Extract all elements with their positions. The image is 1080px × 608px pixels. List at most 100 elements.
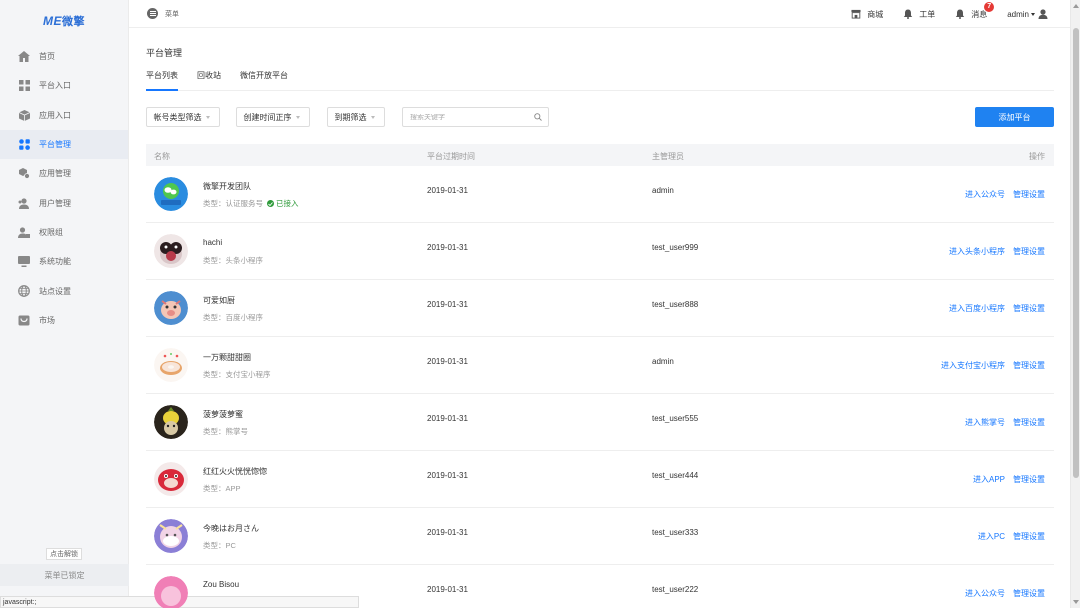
manage-settings-link[interactable]: 管理设置 — [1013, 303, 1045, 314]
platform-table-body: 微擎开发团队 类型：认证服务号 已接入 2019-01-31 admin 进入公… — [146, 166, 1054, 608]
manage-settings-link[interactable]: 管理设置 — [1013, 417, 1045, 428]
sidebar: ME 微擎 首页 平台入口 应用入口 平台管理 应用管理 用户管理 权限组 系统… — [0, 0, 129, 608]
table-row: 今晚はお月さん 类型：PC 2019-01-31 test_user333 进入… — [146, 508, 1054, 565]
platform-name: 菠萝菠萝蜜 — [203, 410, 243, 419]
search-input[interactable] — [410, 113, 530, 121]
expiry-date: 2019-01-31 — [427, 300, 468, 309]
sidebar-item-app-management[interactable]: 应用管理 — [0, 159, 128, 188]
manage-settings-link[interactable]: 管理设置 — [1013, 474, 1045, 485]
type-label: 类型：APP — [203, 484, 241, 493]
menu-toggle-button[interactable]: 菜单 — [147, 8, 179, 19]
manage-settings-link[interactable]: 管理设置 — [1013, 360, 1045, 371]
user-label: admin — [1007, 9, 1029, 19]
account-type-filter[interactable]: 帐号类型筛选 — [146, 107, 220, 127]
sidebar-item-market[interactable]: 市场 — [0, 306, 128, 335]
sidebar-item-site-settings[interactable]: 站点设置 — [0, 276, 128, 305]
avatar — [154, 291, 188, 325]
row-actions: 进入公众号 管理设置 — [957, 588, 1045, 599]
enter-platform-link[interactable]: 进入百度小程序 — [949, 303, 1005, 314]
scroll-up-icon[interactable] — [1073, 4, 1079, 8]
logo[interactable]: ME 微擎 — [0, 0, 128, 42]
sidebar-item-permission-group[interactable]: 权限组 — [0, 218, 128, 247]
platform-name: 一万颗甜甜圈 — [203, 353, 251, 362]
platform-name: Zou Bisou — [203, 580, 240, 589]
avatar — [154, 405, 188, 439]
manage-settings-link[interactable]: 管理设置 — [1013, 246, 1045, 257]
sidebar-item-user-management[interactable]: 用户管理 — [0, 188, 128, 217]
admin-name: admin — [652, 357, 674, 366]
menu-locked-status: 菜单已锁定 — [0, 564, 129, 586]
scroll-thumb[interactable] — [1073, 28, 1079, 478]
table-row: 微擎开发团队 类型：认证服务号 已接入 2019-01-31 admin 进入公… — [146, 166, 1054, 223]
row-actions: 进入APP 管理设置 — [965, 474, 1045, 485]
table-row: 红红火火恍恍惚惚 类型：APP 2019-01-31 test_user444 … — [146, 451, 1054, 508]
expiry-date: 2019-01-31 — [427, 471, 468, 480]
expiry-date: 2019-01-31 — [427, 243, 468, 252]
unlock-menu-button[interactable]: 点击解锁 — [46, 548, 82, 560]
shop-link[interactable]: 商城 — [851, 9, 883, 20]
admin-name: test_user333 — [652, 528, 699, 537]
admin-name: test_user444 — [652, 471, 699, 480]
tab-bar: 平台列表 回收站 微信开放平台 — [146, 71, 1054, 91]
table-row: 可爱如厨 类型：百度小程序 2019-01-31 test_user888 进入… — [146, 280, 1054, 337]
connected-status: 已接入 — [267, 198, 299, 209]
expiry-filter[interactable]: 到期筛选 — [327, 107, 385, 127]
search-icon[interactable] — [534, 113, 542, 121]
platform-name: 可爱如厨 — [203, 296, 235, 305]
sidebar-item-platform-entry[interactable]: 平台入口 — [0, 71, 128, 100]
tab-platform-list[interactable]: 平台列表 — [146, 71, 178, 91]
expiry-date: 2019-01-31 — [427, 186, 468, 195]
sidebar-item-label: 应用入口 — [39, 110, 71, 120]
top-bar: 菜单 商城 工单 消息 7 admin — [129, 0, 1070, 28]
table-row: 菠萝菠萝蜜 类型：熊掌号 2019-01-31 test_user555 进入熊… — [146, 394, 1054, 451]
filter-label: 创建时间正序 — [243, 112, 292, 122]
avatar — [154, 234, 188, 268]
shop-label: 商城 — [867, 9, 884, 19]
scroll-down-icon[interactable] — [1073, 600, 1079, 604]
expiry-date: 2019-01-31 — [427, 357, 468, 366]
grid-icon — [18, 80, 30, 92]
enter-platform-link[interactable]: 进入PC — [978, 531, 1005, 542]
filter-label: 帐号类型筛选 — [153, 112, 202, 122]
avatar — [154, 177, 188, 211]
enter-platform-link[interactable]: 进入公众号 — [965, 588, 1005, 599]
user-menu[interactable]: admin — [1007, 9, 1048, 19]
enter-platform-link[interactable]: 进入熊掌号 — [965, 417, 1005, 428]
sidebar-item-label: 平台管理 — [39, 140, 71, 150]
admin-name: test_user999 — [652, 243, 699, 252]
row-actions: 进入头条小程序 管理设置 — [941, 246, 1045, 257]
sidebar-item-home[interactable]: 首页 — [0, 42, 128, 71]
enter-platform-link[interactable]: 进入头条小程序 — [949, 246, 1005, 257]
manage-settings-link[interactable]: 管理设置 — [1013, 588, 1045, 599]
home-icon — [18, 51, 30, 63]
type-label: 类型：头条小程序 — [203, 256, 263, 265]
tab-wechat-open-platform[interactable]: 微信开放平台 — [240, 71, 288, 91]
admin-name: admin — [652, 186, 674, 195]
enter-platform-link[interactable]: 进入公众号 — [965, 189, 1005, 200]
platform-type: 类型：认证服务号 已接入 — [203, 198, 299, 209]
chevron-down-icon — [370, 115, 375, 119]
platform-name: 今晚はお月さん — [203, 524, 259, 533]
avatar — [154, 462, 188, 496]
enter-platform-link[interactable]: 进入APP — [973, 474, 1005, 485]
manage-settings-link[interactable]: 管理设置 — [1013, 189, 1045, 200]
sidebar-item-platform-management[interactable]: 平台管理 — [0, 129, 128, 160]
sidebar-item-app-entry[interactable]: 应用入口 — [0, 101, 128, 130]
chevron-down-icon — [295, 115, 300, 119]
message-link[interactable]: 消息 7 — [955, 0, 996, 20]
ticket-link[interactable]: 工单 — [903, 9, 935, 20]
row-actions: 进入支付宝小程序 管理设置 — [933, 360, 1045, 371]
type-label: 类型：认证服务号 — [203, 199, 263, 208]
page-scrollbar[interactable] — [1070, 0, 1080, 608]
platform-name: 红红火火恍恍惚惚 — [203, 467, 267, 476]
platform-name: 微擎开发团队 — [203, 182, 251, 191]
tab-recycle-bin[interactable]: 回收站 — [197, 71, 221, 91]
sidebar-item-system-functions[interactable]: 系统功能 — [0, 247, 128, 276]
enter-platform-link[interactable]: 进入支付宝小程序 — [941, 360, 1005, 371]
add-platform-button[interactable]: 添加平台 — [975, 107, 1054, 127]
search-box — [402, 107, 549, 127]
create-time-sort[interactable]: 创建时间正序 — [236, 107, 310, 127]
row-actions: 进入百度小程序 管理设置 — [941, 303, 1045, 314]
user-icon — [1038, 9, 1048, 19]
manage-settings-link[interactable]: 管理设置 — [1013, 531, 1045, 542]
